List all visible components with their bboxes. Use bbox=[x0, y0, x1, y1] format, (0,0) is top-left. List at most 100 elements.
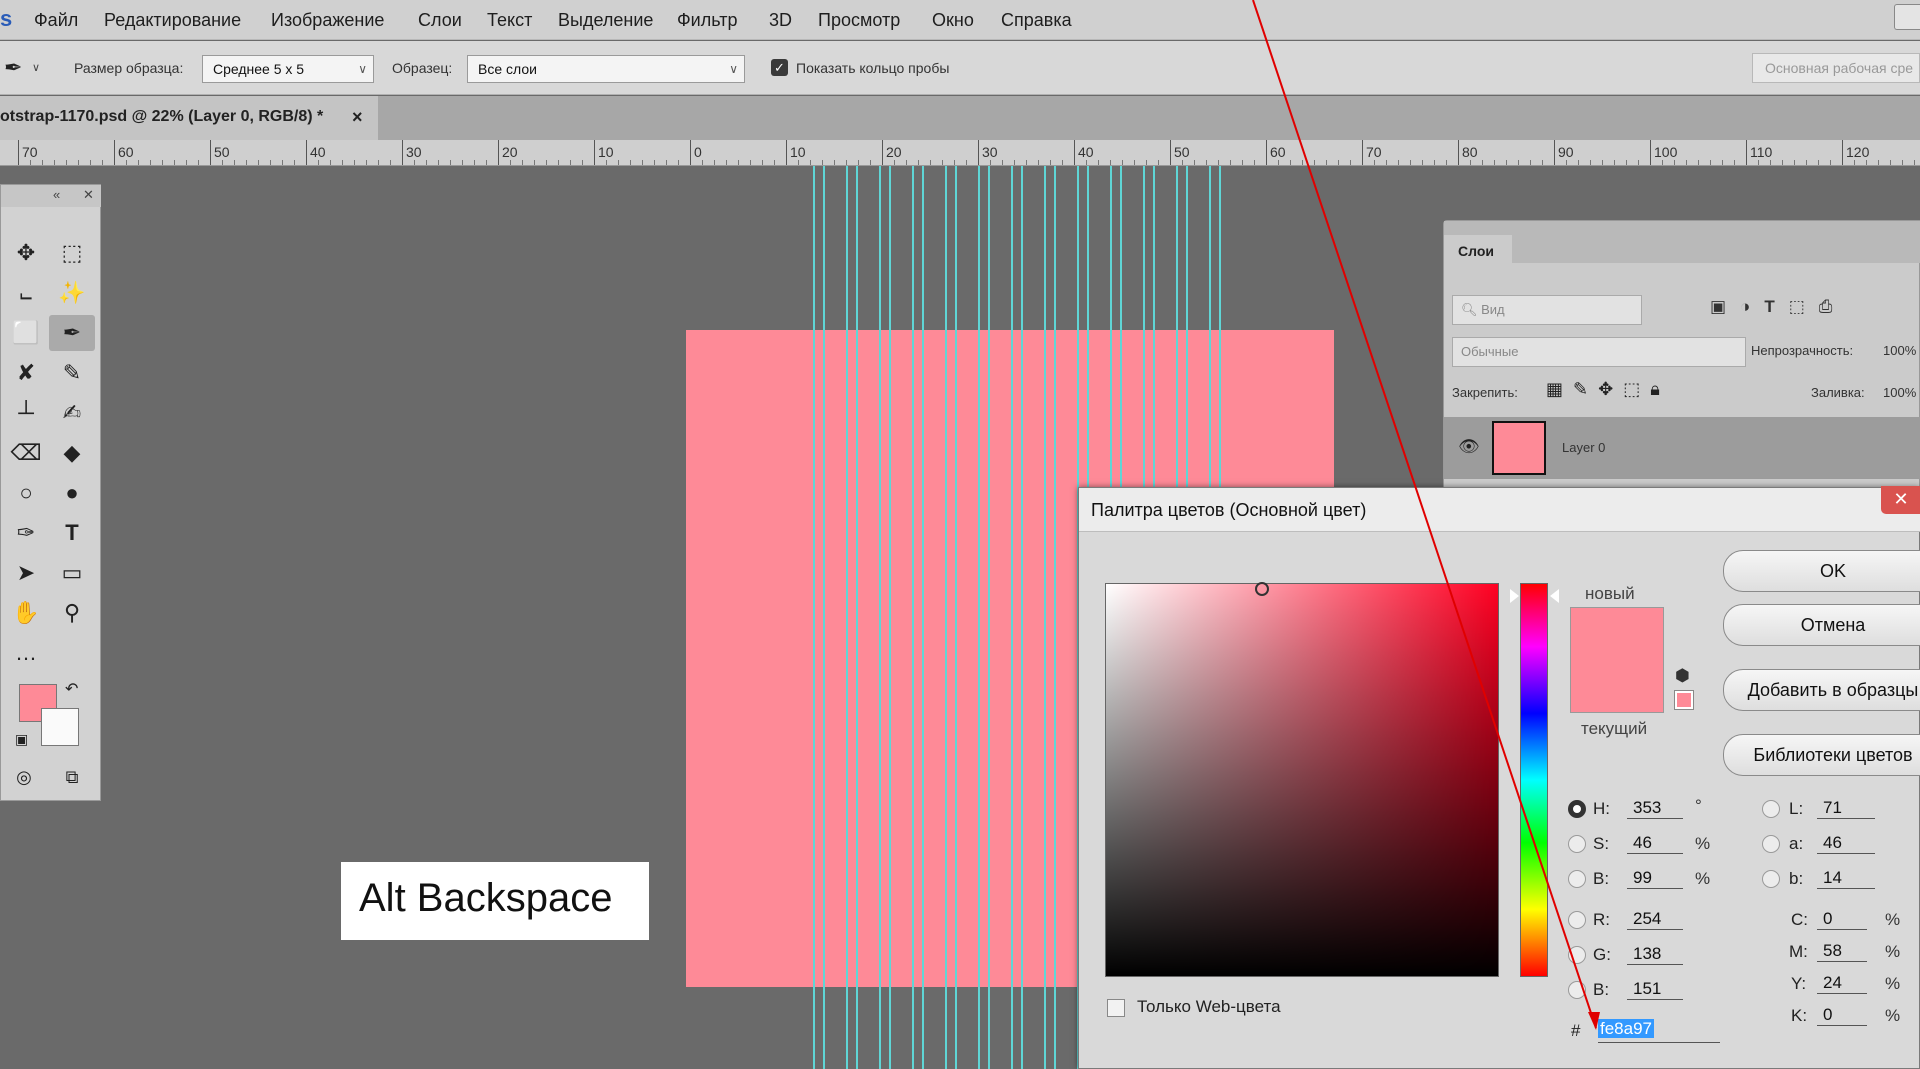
stamp-tool-icon[interactable]: ┴ bbox=[3, 395, 49, 431]
hue-arrow-left-icon[interactable] bbox=[1510, 589, 1519, 603]
smart-object-filter-icon[interactable]: ⎙ bbox=[1819, 297, 1847, 316]
background-color-swatch[interactable] bbox=[41, 708, 79, 746]
crop-tool-icon[interactable]: ⬜ bbox=[3, 315, 49, 351]
guide-line[interactable] bbox=[945, 166, 947, 1069]
show-ring-checkbox[interactable]: ✓ bbox=[771, 59, 788, 76]
collapse-icon[interactable]: « bbox=[53, 187, 60, 202]
close-icon[interactable]: ✕ bbox=[1881, 486, 1920, 514]
window-minimize-button[interactable] bbox=[1894, 4, 1920, 30]
chevron-down-icon[interactable]: ∨ bbox=[32, 61, 40, 74]
nearest-color-swatch[interactable] bbox=[1674, 690, 1694, 710]
guide-line[interactable] bbox=[846, 166, 848, 1069]
eye-icon[interactable]: 👁︎ bbox=[1458, 437, 1480, 457]
color-cursor[interactable] bbox=[1255, 582, 1269, 596]
magic-wand-tool-icon[interactable]: ✨ bbox=[49, 275, 95, 311]
menu-filter[interactable]: Фильтр bbox=[677, 10, 737, 31]
guide-line[interactable] bbox=[978, 166, 980, 1069]
dodge-tool-icon[interactable]: ● bbox=[49, 475, 95, 511]
menu-layers[interactable]: Слои bbox=[418, 10, 462, 31]
menu-view[interactable]: Просмотр bbox=[818, 10, 900, 31]
path-selection-tool-icon[interactable]: ➤ bbox=[3, 555, 49, 591]
adjustment-filter-icon[interactable]: ◑ bbox=[1740, 297, 1764, 316]
screen-mode-icon[interactable]: ⧉ bbox=[49, 759, 95, 795]
fill-value[interactable]: 100% bbox=[1883, 385, 1916, 400]
lab-a-radio[interactable] bbox=[1762, 835, 1780, 853]
lock-artboard-icon[interactable]: ⬚ bbox=[1623, 379, 1650, 399]
green-field[interactable]: 138 bbox=[1627, 944, 1683, 965]
sample-size-select[interactable]: Среднее 5 x 5 ∨ bbox=[202, 55, 374, 83]
cube-icon[interactable]: ⬢ bbox=[1675, 666, 1690, 686]
menu-help[interactable]: Справка bbox=[1001, 10, 1072, 31]
lab-b-radio[interactable] bbox=[1762, 870, 1780, 888]
hex-field[interactable]: fe8a97 bbox=[1598, 1019, 1720, 1043]
guide-line[interactable] bbox=[1054, 166, 1056, 1069]
default-colors-icon[interactable]: ▣ bbox=[15, 731, 28, 748]
sample-layers-select[interactable]: Все слои ∨ bbox=[467, 55, 745, 83]
lock-all-icon[interactable]: 🔒︎ bbox=[1650, 379, 1670, 399]
close-icon[interactable]: ✕ bbox=[83, 187, 94, 203]
layer-row[interactable]: 👁︎ Layer 0 bbox=[1444, 417, 1920, 479]
menu-3d[interactable]: 3D bbox=[769, 10, 792, 31]
lasso-tool-icon[interactable]: ⨽ bbox=[3, 275, 49, 311]
lightness-radio[interactable] bbox=[1762, 800, 1780, 818]
guide-line[interactable] bbox=[955, 166, 957, 1069]
more-tools-icon[interactable]: … bbox=[3, 635, 49, 671]
menu-select[interactable]: Выделение bbox=[558, 10, 653, 31]
guide-line[interactable] bbox=[1011, 166, 1013, 1069]
menu-type[interactable]: Текст bbox=[487, 10, 532, 31]
hue-arrow-right-icon[interactable] bbox=[1550, 589, 1559, 603]
type-filter-icon[interactable]: T bbox=[1764, 297, 1788, 316]
red-radio[interactable] bbox=[1568, 911, 1586, 929]
cancel-button[interactable]: Отмена bbox=[1723, 604, 1920, 646]
close-tab-icon[interactable]: × bbox=[352, 107, 363, 128]
green-radio[interactable] bbox=[1568, 946, 1586, 964]
blend-mode-select[interactable]: Обычные bbox=[1452, 337, 1746, 367]
red-field[interactable]: 254 bbox=[1627, 909, 1683, 930]
color-libraries-button[interactable]: Библиотеки цветов bbox=[1723, 734, 1920, 776]
quick-mask-icon[interactable]: ◎ bbox=[1, 759, 47, 795]
brightness-field[interactable]: 99 bbox=[1627, 868, 1683, 889]
guide-line[interactable] bbox=[879, 166, 881, 1069]
horizontal-ruler[interactable]: 70 60 50 40 30 20 10 0 10 20 30 40 50 60 70 80 90 100 110 1… bbox=[0, 140, 1920, 166]
zoom-tool-icon[interactable]: ⚲ bbox=[49, 595, 95, 631]
black-field[interactable]: 0 bbox=[1817, 1005, 1867, 1026]
guide-line[interactable] bbox=[813, 166, 815, 1069]
layer-name[interactable]: Layer 0 bbox=[1562, 440, 1605, 455]
lock-brush-icon[interactable]: ✎ bbox=[1573, 379, 1598, 399]
layer-filter-select[interactable]: 🔍︎ Вид bbox=[1452, 295, 1642, 325]
saturation-brightness-field[interactable] bbox=[1105, 582, 1499, 977]
type-tool-icon[interactable]: T bbox=[49, 515, 95, 551]
marquee-tool-icon[interactable]: ⬚ bbox=[49, 235, 95, 271]
saturation-field[interactable]: 46 bbox=[1627, 833, 1683, 854]
guide-line[interactable] bbox=[988, 166, 990, 1069]
lock-position-icon[interactable]: ✥ bbox=[1598, 379, 1623, 399]
rectangle-tool-icon[interactable]: ▭ bbox=[49, 555, 95, 591]
blur-tool-icon[interactable]: ○ bbox=[3, 475, 49, 511]
guide-line[interactable] bbox=[912, 166, 914, 1069]
hue-slider[interactable] bbox=[1520, 583, 1548, 977]
saturation-radio[interactable] bbox=[1568, 835, 1586, 853]
history-brush-tool-icon[interactable]: ✍ bbox=[49, 395, 95, 431]
tab-layers[interactable]: Слои bbox=[1444, 235, 1512, 269]
lab-a-field[interactable]: 46 bbox=[1817, 833, 1875, 854]
document-tab[interactable]: otstrap-1170.psd @ 22% (Layer 0, RGB/8) … bbox=[0, 96, 378, 140]
opacity-value[interactable]: 100% bbox=[1883, 343, 1916, 358]
shape-filter-icon[interactable]: ⬚ bbox=[1789, 297, 1819, 316]
blue-field[interactable]: 151 bbox=[1627, 979, 1683, 1000]
web-colors-checkbox[interactable] bbox=[1107, 999, 1125, 1017]
paint-bucket-tool-icon[interactable]: ◆ bbox=[49, 435, 95, 471]
guide-line[interactable] bbox=[922, 166, 924, 1069]
guide-line[interactable] bbox=[1021, 166, 1023, 1069]
menu-edit[interactable]: Редактирование bbox=[104, 10, 241, 31]
cyan-field[interactable]: 0 bbox=[1817, 909, 1867, 930]
swap-colors-icon[interactable]: ↶ bbox=[65, 679, 78, 699]
blue-radio[interactable] bbox=[1568, 981, 1586, 999]
move-tool-icon[interactable]: ✥ bbox=[3, 235, 49, 271]
guide-line[interactable] bbox=[889, 166, 891, 1069]
eyedropper-tool-icon[interactable]: ✒ bbox=[49, 315, 95, 351]
hue-field[interactable]: 353 bbox=[1627, 798, 1683, 819]
pen-tool-icon[interactable]: ✑ bbox=[3, 515, 49, 551]
image-filter-icon[interactable]: ▣ bbox=[1710, 297, 1740, 316]
menu-image[interactable]: Изображение bbox=[271, 10, 384, 31]
tools-panel-header[interactable]: « ✕ bbox=[1, 185, 101, 207]
